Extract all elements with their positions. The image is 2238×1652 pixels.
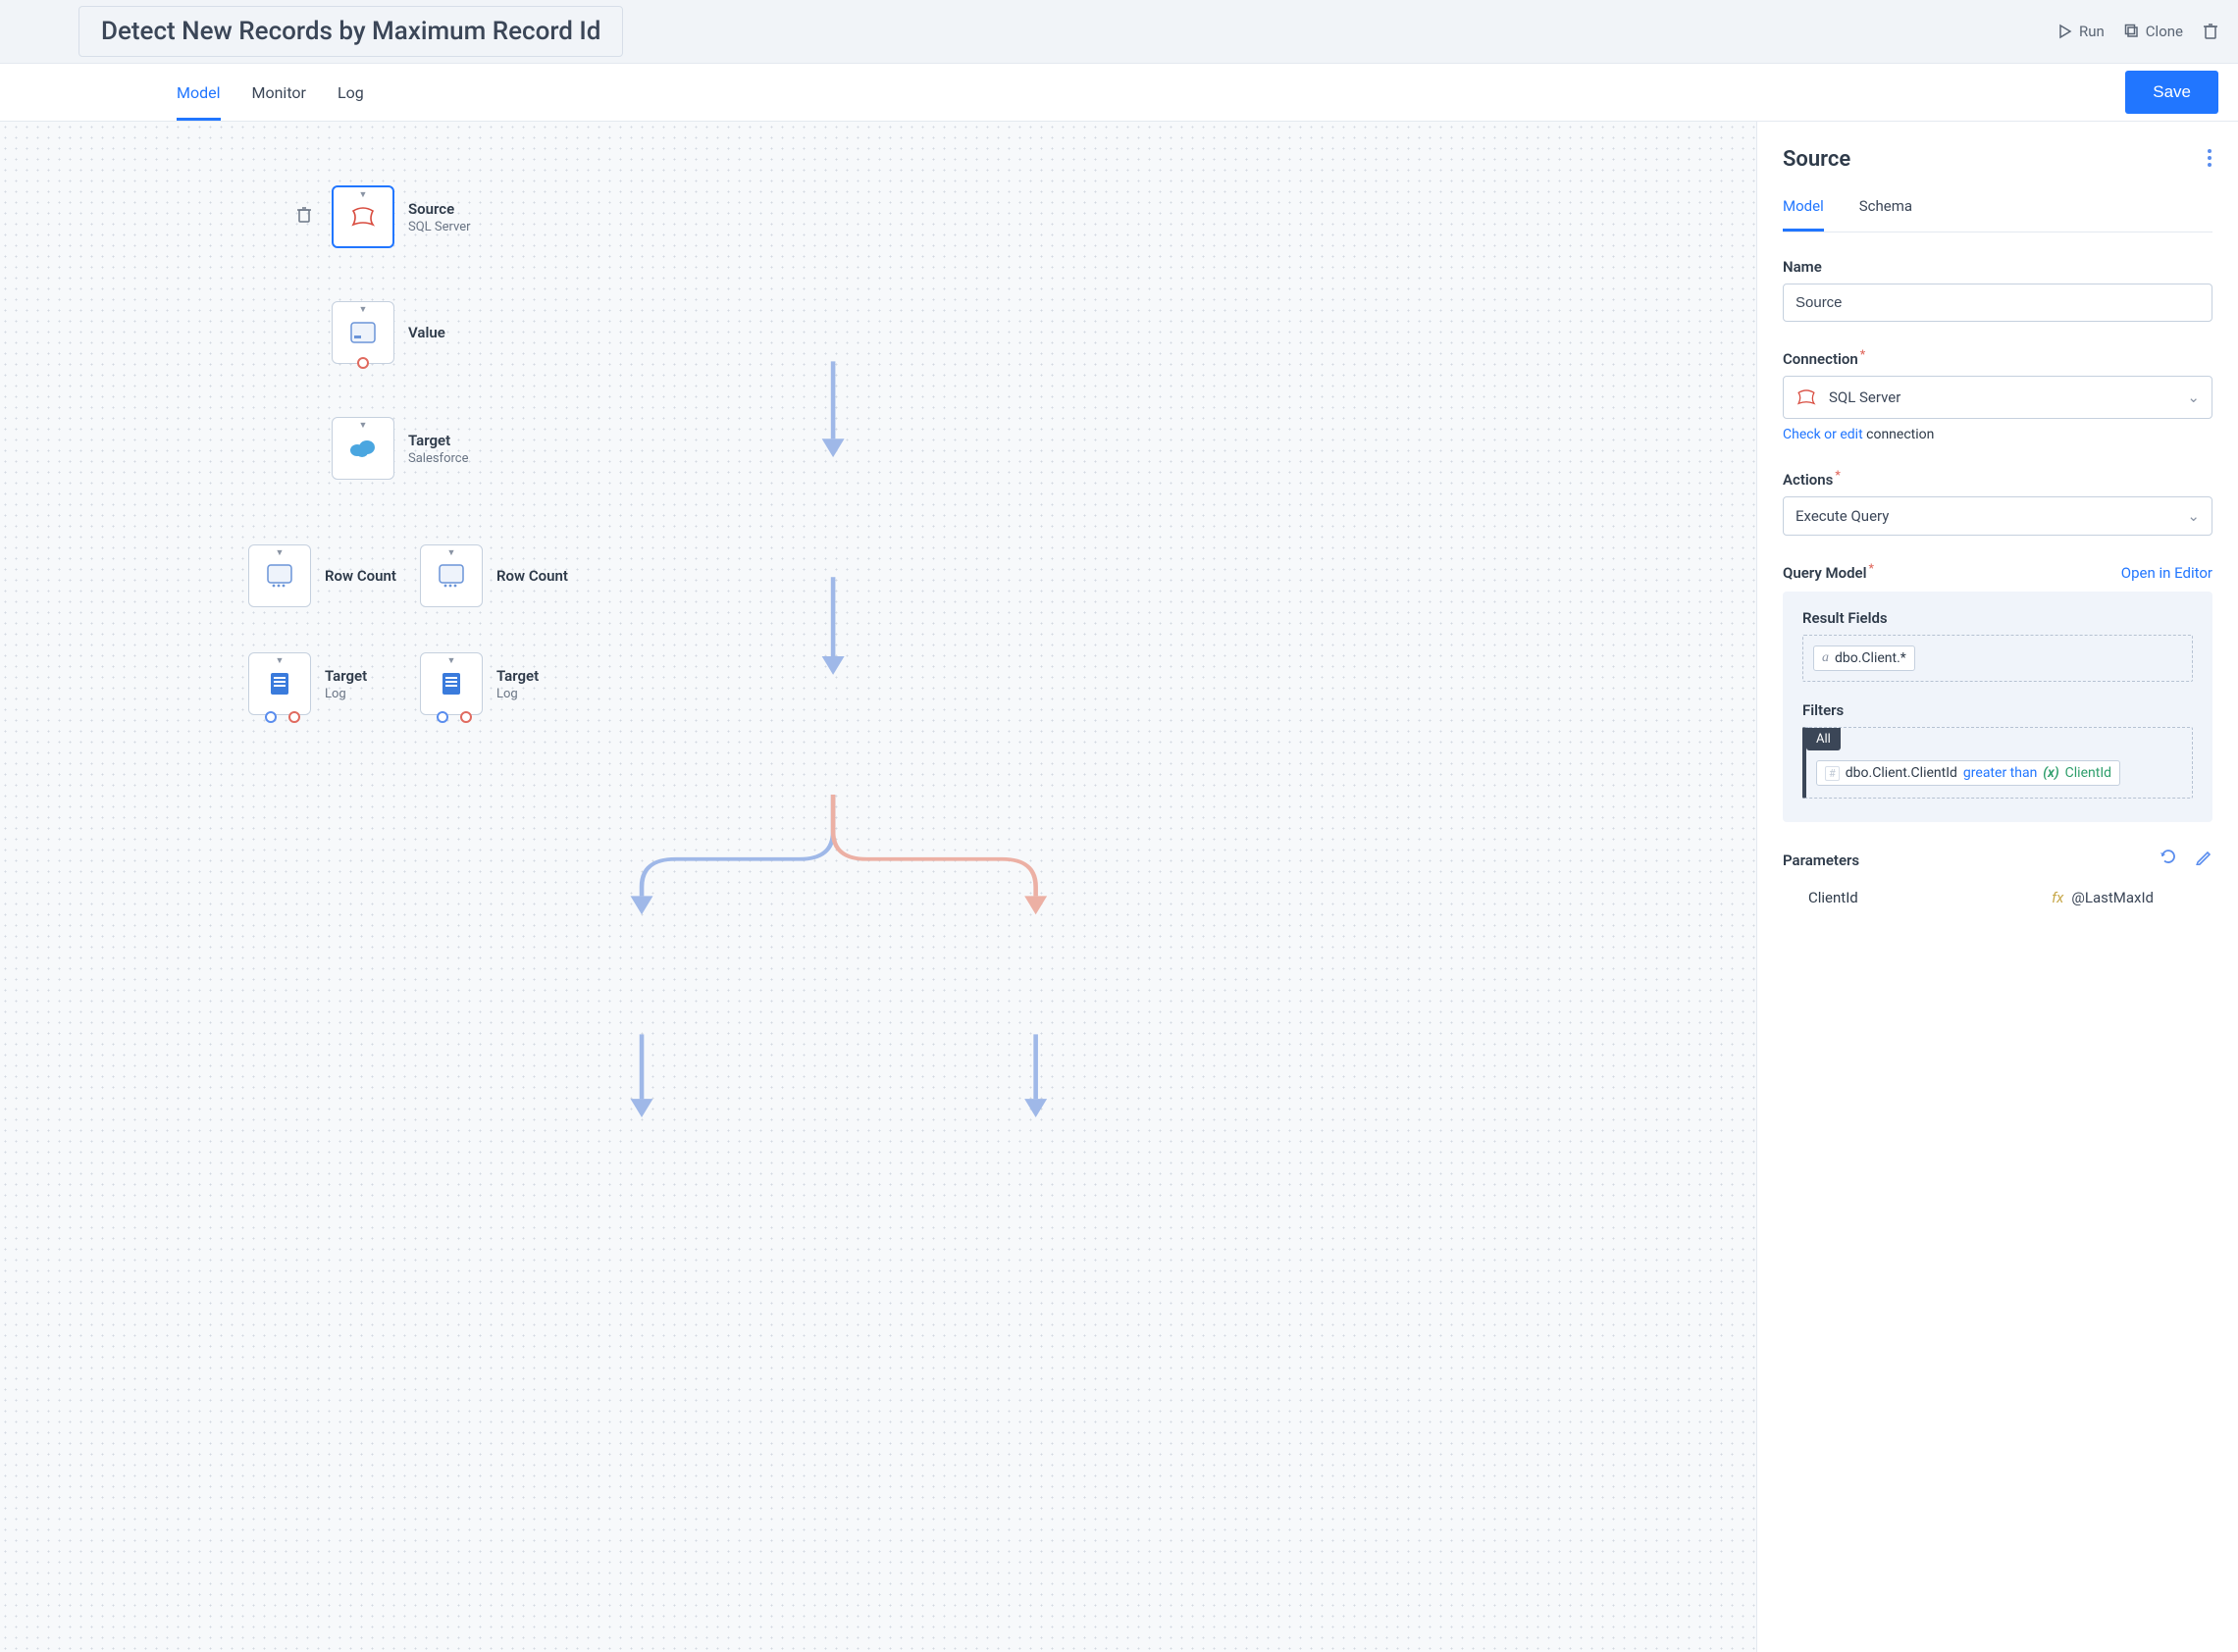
clone-label: Clone [2146,23,2183,40]
node-target1-subtitle: Salesforce [408,451,468,466]
output-port-success[interactable] [437,711,448,723]
filter-pill[interactable]: # dbo.Client.ClientId greater than (x) C… [1816,760,2120,786]
node-source[interactable]: ▼ [332,185,394,248]
node-target-log-right[interactable]: ▼ [420,652,483,715]
check-edit-link[interactable]: Check or edit [1783,427,1863,442]
panel-menu-button[interactable] [2207,148,2212,172]
connection-select[interactable]: SQL Server ⌄ [1783,376,2212,419]
node-rowcount-right[interactable]: ▼ [420,544,483,607]
actions-value: Execute Query [1796,507,1889,525]
filter-field: dbo.Client.ClientId [1846,765,1957,781]
panel-tab-schema[interactable]: Schema [1859,197,1912,232]
node-source-title: Source [408,200,471,218]
edit-parameters-button[interactable] [2195,848,2212,869]
salesforce-icon [348,434,378,463]
play-icon [2057,24,2073,39]
value-icon [348,318,378,347]
node-target-log-left[interactable]: ▼ [248,652,311,715]
chevron-down-icon: ▼ [359,189,368,200]
chevron-down-icon: ⌄ [2187,507,2200,525]
log-icon [437,669,466,698]
run-label: Run [2079,23,2105,40]
node-value-title: Value [408,324,445,341]
rowcount-icon [265,561,294,591]
clone-button[interactable]: Clone [2124,23,2183,40]
connection-value: SQL Server [1829,388,1900,406]
result-fields-container[interactable]: a dbo.Client.* [1802,635,2193,682]
chevron-down-icon: ▼ [359,304,368,315]
node-target-log-right-title: Target [496,667,539,685]
trash-icon [2203,23,2218,40]
chevron-down-icon: ▼ [359,420,368,431]
panel-tab-model[interactable]: Model [1783,197,1824,232]
node-value[interactable]: ▼ [332,301,394,364]
panel-title: Source [1783,147,1850,172]
field-glyph-icon: a [1822,650,1829,666]
query-model-label: Query Model [1783,561,1874,582]
log-icon [265,669,294,698]
topbar: Detect New Records by Maximum Record Id … [0,0,2238,63]
delete-node-button[interactable] [296,206,312,228]
rowcount-icon [437,561,466,591]
check-edit-suffix-text: connection [1866,427,1934,442]
filter-fx: (x) [2043,765,2058,781]
filters-label: Filters [1802,701,2193,719]
run-button[interactable]: Run [2057,23,2105,40]
chevron-down-icon: ▼ [276,547,285,558]
node-rowcount-left[interactable]: ▼ [248,544,311,607]
chevron-down-icon: ▼ [447,547,456,558]
node-source-subtitle: SQL Server [408,220,471,234]
node-rowcount-right-title: Row Count [496,567,568,585]
query-model-box: Result Fields a dbo.Client.* Filters All… [1783,592,2212,822]
delete-button[interactable] [2203,23,2218,40]
sqlserver-icon [348,202,378,232]
parameter-row[interactable]: ClientId fx @LastMaxId [1783,889,2212,906]
node-target-log-left-title: Target [325,667,367,685]
result-field-value: dbo.Client.* [1835,650,1906,666]
node-target-salesforce[interactable]: ▼ [332,417,394,480]
node-rowcount-left-title: Row Count [325,567,396,585]
parameter-value: @LastMaxId [2071,889,2154,906]
node-target-log-right-subtitle: Log [496,687,539,701]
open-in-editor-link[interactable]: Open in Editor [2121,564,2212,582]
tab-log[interactable]: Log [338,64,364,121]
name-label: Name [1783,258,2212,276]
tab-monitor[interactable]: Monitor [252,64,306,121]
output-port-error[interactable] [288,711,300,723]
save-button[interactable]: Save [2125,71,2218,114]
refresh-parameters-button[interactable] [2160,848,2177,869]
name-input[interactable] [1783,284,2212,322]
parameters-label: Parameters [1783,852,1859,869]
node-target1-title: Target [408,432,468,449]
filter-param: ClientId [2065,765,2111,781]
number-glyph-icon: # [1825,766,1840,781]
chevron-down-icon: ⌄ [2187,388,2200,406]
result-fields-label: Result Fields [1802,609,2193,627]
fx-icon: fx [2052,889,2063,906]
node-target-log-left-subtitle: Log [325,687,367,701]
filters-container[interactable]: All # dbo.Client.ClientId greater than (… [1802,727,2193,799]
filter-operator: greater than [1963,765,2037,781]
actions-select[interactable]: Execute Query ⌄ [1783,496,2212,536]
tab-model[interactable]: Model [177,64,221,121]
properties-panel: Source Model Schema Name Connection [1757,122,2238,1652]
result-field-pill[interactable]: a dbo.Client.* [1813,645,1915,671]
output-port[interactable] [357,357,369,369]
workflow-title[interactable]: Detect New Records by Maximum Record Id [78,6,623,57]
connection-label: Connection [1783,347,2212,368]
clone-icon [2124,24,2140,39]
subbar: Model Monitor Log Save [0,63,2238,122]
actions-label: Actions [1783,468,2212,489]
filter-mode-badge[interactable]: All [1806,728,1841,750]
chevron-down-icon: ▼ [447,655,456,666]
parameter-name: ClientId [1808,889,1858,906]
output-port-error[interactable] [460,711,472,723]
sqlserver-icon [1796,387,1817,408]
workflow-canvas[interactable]: ▼ Source SQL Server ▼ [0,122,1757,1652]
chevron-down-icon: ▼ [276,655,285,666]
output-port-success[interactable] [265,711,277,723]
